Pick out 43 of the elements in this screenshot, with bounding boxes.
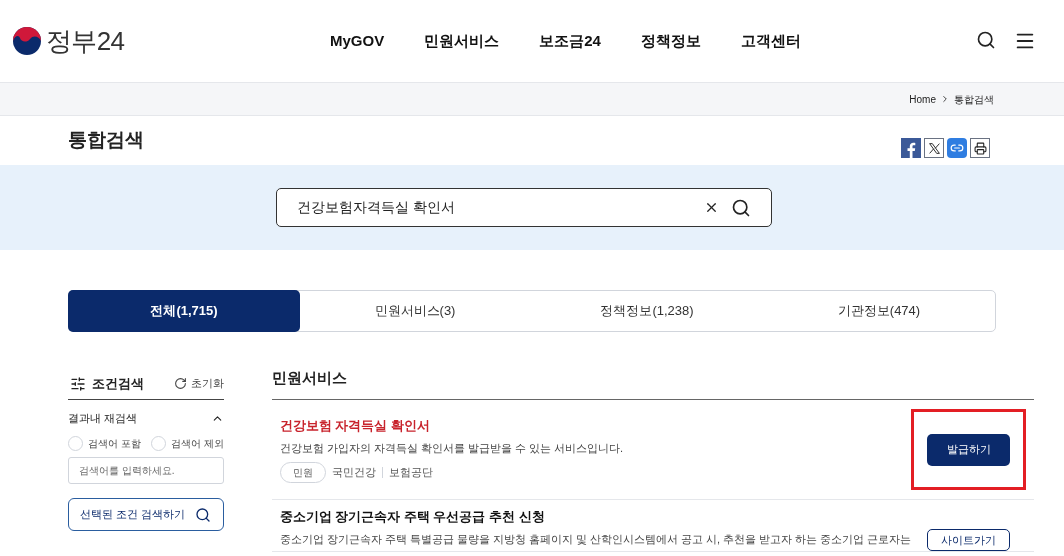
page-title: 통합검색 — [68, 128, 144, 153]
nav-link[interactable]: 민원서비스 — [424, 29, 500, 53]
nav-link[interactable]: 보조금24 — [539, 29, 601, 53]
filter-title: 조건검색 — [92, 374, 144, 393]
search-field[interactable]: 건강보험자격득실 확인서 — [276, 188, 772, 227]
search-icon[interactable] — [976, 30, 996, 50]
keyword-field[interactable]: 검색어를 입력하세요. — [68, 457, 224, 484]
nav-link[interactable]: MyGOV — [330, 29, 385, 53]
section-heading: 민원서비스 — [271, 368, 1035, 400]
clear-icon[interactable] — [704, 200, 719, 215]
section-title: 결과내 재검색 — [68, 410, 138, 426]
action-button[interactable]: 발급하기 — [927, 433, 1011, 466]
reset-button[interactable]: 초기화 — [173, 375, 224, 392]
condition-search-button[interactable]: 선택된 조건 검색하기 — [68, 498, 224, 531]
logo-icon — [12, 26, 42, 56]
breadcrumb-current: 통합검색 — [954, 92, 994, 107]
result-description: 중소기업 장기근속자 주택 특별공급 물량을 지방청 홈페이지 및 산학인시스템에서 공고 시, 추천을 받고자 하는 중소기업 근로자는 — [279, 531, 912, 547]
facebook-icon[interactable] — [901, 138, 921, 158]
org-name: 보험공단 — [388, 465, 433, 481]
tab[interactable]: 민원서비스(3) — [299, 291, 531, 331]
x-icon[interactable] — [924, 138, 944, 158]
print-icon[interactable] — [970, 138, 990, 158]
result-title[interactable]: 중소기업 장기근속자 주택 우선공급 추천 신청 — [279, 507, 912, 527]
tab[interactable]: 전체(1,715) — [68, 290, 300, 332]
breadcrumb-link[interactable]: Home — [909, 91, 936, 107]
org-name: 국민건강 — [331, 465, 376, 481]
search-icon[interactable] — [731, 197, 751, 218]
tab[interactable]: 정책정보(1,238) — [531, 291, 763, 331]
logo-text[interactable]: 정부24 — [46, 21, 125, 61]
link-icon[interactable] — [947, 138, 967, 158]
radio-option[interactable]: 검색어 포함 — [68, 436, 141, 451]
tab[interactable]: 기관정보(474) — [763, 291, 995, 331]
result-description: 건강보험 가입자의 자격득실 확인서를 발급받을 수 있는 서비스입니다. — [279, 440, 624, 456]
radio-option[interactable]: 검색어 제외 — [150, 436, 224, 451]
search-icon — [195, 506, 212, 523]
refresh-icon — [173, 377, 187, 390]
chevron-icon — [940, 94, 950, 104]
result-title[interactable]: 건강보험 자격득실 확인서 — [279, 416, 912, 436]
nav-link[interactable]: 고객센터 — [740, 29, 801, 53]
nav-link[interactable]: 정책정보 — [640, 29, 701, 53]
filter-icon — [70, 375, 86, 392]
search-value: 건강보험자격득실 확인서 — [297, 198, 456, 217]
action-button[interactable]: 사이트가기 — [927, 529, 1011, 551]
